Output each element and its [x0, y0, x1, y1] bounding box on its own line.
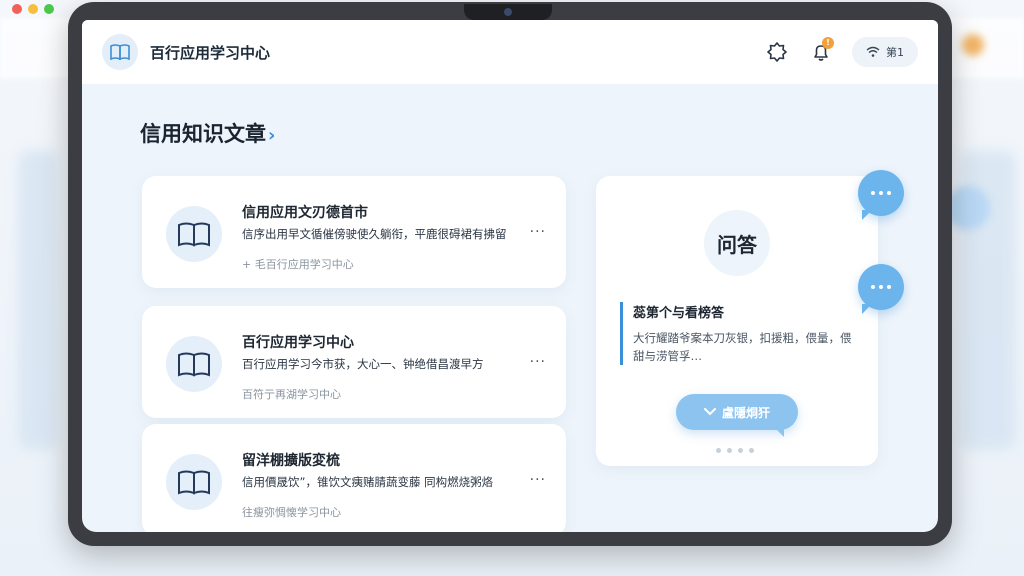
- qa-answer: 大行耀踏爷案本刀灰银，扣援粗，偎量，偎甜与涝管孚…: [633, 331, 852, 363]
- chevron-right-icon[interactable]: ›: [268, 125, 275, 146]
- close-window-button[interactable]: [12, 4, 22, 14]
- article-card[interactable]: 信用应用文刃德首市 信序出用早文循催傍驶使久躺衔，平鹿很碍裙有拂留 + 毛百行应…: [142, 176, 566, 288]
- qa-badge: 问答: [704, 210, 770, 276]
- carousel-dot[interactable]: [749, 448, 754, 453]
- article-source: + 毛百行应用学习中心: [242, 258, 354, 271]
- book-icon: [166, 206, 222, 262]
- more-options-icon[interactable]: ···: [530, 224, 546, 240]
- background-badge: [962, 34, 984, 56]
- wifi-icon: [866, 46, 880, 57]
- more-options-icon[interactable]: ···: [530, 354, 546, 370]
- article-description: 信用價晟饮”，锥饮文痍赌腈蔬变藤 同构燃烧粥烙: [242, 475, 494, 489]
- qa-quote: 蕊第个与看榜答 大行耀踏爷案本刀灰银，扣援粗，偎量，偎甜与涝管孚…: [620, 302, 856, 365]
- article-title: 留洋棚擴版変梳: [242, 453, 340, 469]
- qa-panel: 问答 蕊第个与看榜答 大行耀踏爷案本刀灰银，扣援粗，偎量，偎甜与涝管孚… 盧隱烔…: [596, 176, 878, 466]
- background-sidebar: [18, 150, 58, 450]
- notification-badge: !: [822, 37, 834, 49]
- window-controls: [12, 4, 54, 14]
- qa-button-label: 盧隱烔犴: [721, 405, 770, 420]
- tablet-frame: 百行应用学习中心 ! 第1 信用知识文章 › 信用应用文刃德首市 信序出用早文循…: [68, 2, 952, 546]
- minimize-window-button[interactable]: [28, 4, 38, 14]
- settings-gear-icon[interactable]: [764, 39, 790, 65]
- status-text: 第1: [886, 46, 904, 59]
- article-title: 百行应用学习中心: [242, 335, 354, 351]
- status-pill[interactable]: 第1: [852, 37, 918, 67]
- more-options-icon[interactable]: ···: [530, 472, 546, 488]
- maximize-window-button[interactable]: [44, 4, 54, 14]
- carousel-dot[interactable]: [738, 448, 743, 453]
- book-logo-icon: [102, 34, 138, 70]
- article-card[interactable]: 留洋棚擴版変梳 信用價晟饮”，锥饮文痍赌腈蔬变藤 同构燃烧粥烙 往瘦弥惆懐学习中…: [142, 424, 566, 532]
- carousel-dots[interactable]: [716, 448, 754, 453]
- chat-bubble-icon[interactable]: [858, 264, 904, 314]
- section-title: 信用知识文章 ›: [140, 118, 275, 148]
- qa-question: 蕊第个与看榜答: [633, 306, 725, 321]
- chat-bubble-icon[interactable]: [858, 170, 904, 220]
- article-source: 百符亍再湖学习中心: [242, 388, 341, 401]
- section-title-text: 信用知识文章: [140, 122, 266, 146]
- carousel-dot[interactable]: [716, 448, 721, 453]
- camera-notch: [464, 4, 552, 20]
- article-source: 往瘦弥惆懐学习中心: [242, 506, 341, 519]
- article-title: 信用应用文刃德首市: [242, 205, 368, 221]
- book-icon: [166, 454, 222, 510]
- app-screen: 百行应用学习中心 ! 第1 信用知识文章 › 信用应用文刃德首市 信序出用早文循…: [82, 20, 938, 532]
- carousel-dot[interactable]: [727, 448, 732, 453]
- notification-bell-icon[interactable]: !: [808, 37, 834, 65]
- article-description: 信序出用早文循催傍驶使久躺衔，平鹿很碍裙有拂留: [242, 227, 507, 241]
- article-card[interactable]: 百行应用学习中心 百行应用学习今市获，大心一、钟绝借昌渡早方 百符亍再湖学习中心…: [142, 306, 566, 418]
- background-bubble: [946, 186, 990, 230]
- book-icon: [166, 336, 222, 392]
- app-title: 百行应用学习中心: [150, 43, 271, 62]
- chevron-down-icon: [703, 408, 716, 416]
- app-header: 百行应用学习中心 ! 第1: [82, 20, 938, 84]
- qa-expand-button[interactable]: 盧隱烔犴: [676, 394, 798, 437]
- article-description: 百行应用学习今市获，大心一、钟绝借昌渡早方: [242, 357, 484, 371]
